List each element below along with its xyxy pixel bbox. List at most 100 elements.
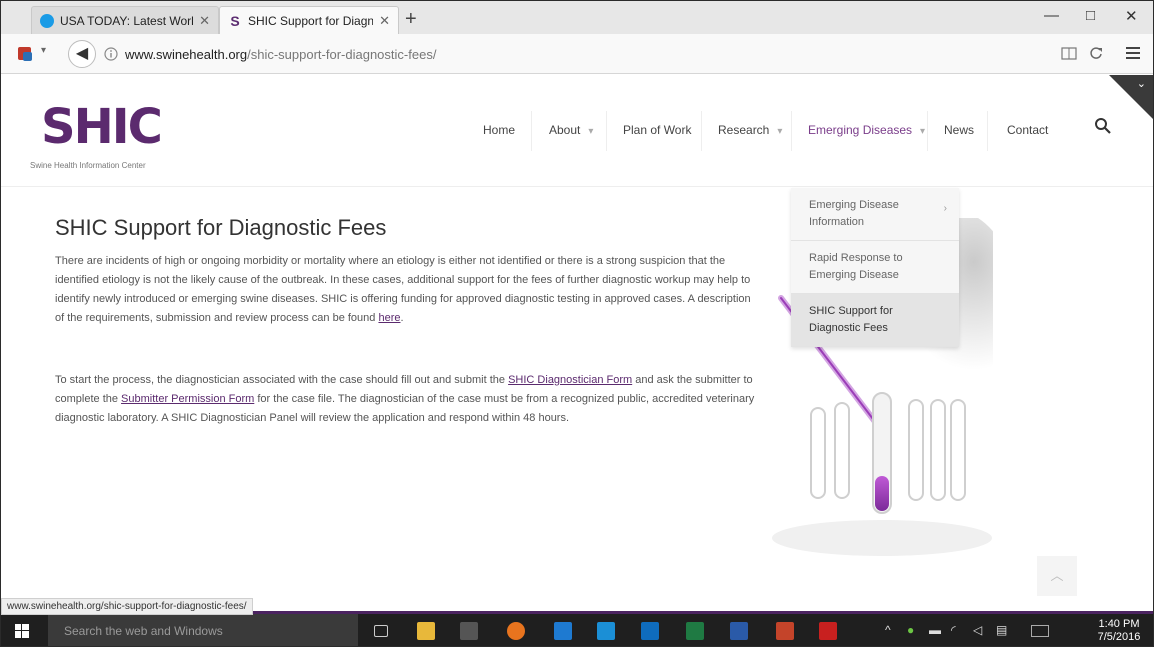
submitter-permission-form-link[interactable]: Submitter Permission Form bbox=[121, 393, 254, 405]
paragraph-text: . bbox=[400, 312, 404, 324]
tab-shic[interactable]: S SHIC Support for Diagnos... ✕ bbox=[219, 6, 399, 34]
powerpoint-icon[interactable] bbox=[776, 622, 794, 640]
dropdown-arrow-icon[interactable]: ▾ bbox=[41, 45, 46, 56]
info-icon[interactable] bbox=[104, 47, 118, 61]
browser-toolbar: ▾ ◀ www.swinehealth.org/shic-support-for… bbox=[1, 34, 1153, 74]
windows-start-icon[interactable] bbox=[15, 624, 29, 638]
tray-battery-icon[interactable]: ▬ bbox=[929, 623, 941, 637]
windows-taskbar: Search the web and Windows ^ ● ▬ ◜ ◁ ▤ 1… bbox=[1, 614, 1153, 646]
file-explorer-icon[interactable] bbox=[417, 622, 435, 640]
nav-divider bbox=[606, 111, 607, 151]
taskbar-clock[interactable]: 1:40 PM 7/5/2016 bbox=[1090, 618, 1148, 644]
corner-toggle[interactable] bbox=[1109, 75, 1153, 119]
logo-subtitle: Swine Health Information Center bbox=[30, 161, 146, 170]
nav-contact[interactable]: Contact bbox=[1007, 123, 1048, 137]
nav-divider bbox=[531, 111, 532, 151]
taskbar-search-box[interactable]: Search the web and Windows bbox=[48, 614, 358, 646]
nav-label: News bbox=[944, 123, 975, 137]
chevron-down-icon: ▾ bbox=[920, 126, 926, 137]
acrobat-icon[interactable] bbox=[819, 622, 837, 640]
close-window-button[interactable]: ✕ bbox=[1125, 7, 1138, 25]
nav-home[interactable]: Home bbox=[483, 123, 515, 137]
browser-tab-strip: USA TODAY: Latest World... ✕ S SHIC Supp… bbox=[1, 1, 1153, 34]
nav-label: Plan of Work bbox=[623, 123, 692, 137]
minimize-button[interactable]: — bbox=[1044, 7, 1059, 24]
clock-time: 1:40 PM bbox=[1098, 618, 1140, 630]
wifi-icon[interactable]: ◜ bbox=[951, 623, 956, 637]
here-link[interactable]: here bbox=[378, 312, 400, 324]
taskbar-search-placeholder: Search the web and Windows bbox=[64, 624, 223, 638]
chevron-right-icon: › bbox=[943, 203, 947, 214]
chevron-down-icon: ▾ bbox=[777, 126, 783, 137]
firefox-icon[interactable] bbox=[507, 622, 525, 640]
site-header: SHIC Swine Health Information Center Hom… bbox=[1, 75, 1153, 187]
close-icon[interactable]: ✕ bbox=[379, 13, 390, 29]
nav-divider bbox=[927, 111, 928, 151]
nav-label: Home bbox=[483, 123, 516, 137]
shic-favicon-icon: S bbox=[230, 12, 240, 29]
nav-divider bbox=[987, 111, 988, 151]
url-domain: www.swinehealth.org bbox=[125, 47, 248, 62]
reader-view-icon[interactable] bbox=[1061, 47, 1077, 61]
new-tab-button[interactable]: + bbox=[405, 8, 417, 31]
translate-icon[interactable] bbox=[17, 46, 33, 62]
tray-app-icon[interactable]: ● bbox=[907, 623, 914, 637]
tab-label: USA TODAY: Latest World... bbox=[60, 13, 194, 28]
action-center-icon[interactable]: ▤ bbox=[996, 623, 1007, 637]
store-icon[interactable] bbox=[460, 622, 478, 640]
screen: USA TODAY: Latest World... ✕ S SHIC Supp… bbox=[0, 0, 1154, 647]
tab-label: SHIC Support for Diagnos... bbox=[248, 13, 374, 28]
nav-divider bbox=[791, 111, 792, 151]
dropdown-item-rapid-response[interactable]: Rapid Response to Emerging Disease bbox=[791, 241, 959, 294]
nav-label: About bbox=[549, 123, 581, 137]
back-button[interactable]: ◀ bbox=[68, 40, 96, 68]
nav-plan-of-work[interactable]: Plan of Work bbox=[623, 123, 691, 137]
dropdown-item-label: Rapid Response to Emerging Disease bbox=[809, 252, 903, 281]
nav-research[interactable]: Research ▾ bbox=[718, 123, 782, 137]
chevron-down-icon[interactable]: ⌄ bbox=[1137, 77, 1146, 90]
tray-chevron-up-icon[interactable]: ^ bbox=[885, 623, 891, 637]
paragraph-text: To start the process, the diagnostician … bbox=[55, 374, 509, 386]
clock-date: 7/5/2016 bbox=[1097, 631, 1141, 643]
nav-divider bbox=[701, 111, 702, 151]
nav-emerging-diseases[interactable]: Emerging Diseases ▾ bbox=[808, 123, 925, 137]
address-bar[interactable]: www.swinehealth.org/shic-support-for-dia… bbox=[97, 41, 1107, 67]
word-icon[interactable] bbox=[730, 622, 748, 640]
nav-label: Contact bbox=[1007, 123, 1049, 137]
keyboard-icon[interactable] bbox=[1031, 625, 1049, 637]
nav-label: Emerging Diseases bbox=[808, 123, 913, 137]
close-icon[interactable]: ✕ bbox=[199, 13, 210, 29]
chevron-up-icon: ︿ bbox=[1050, 568, 1064, 583]
outlook-icon[interactable] bbox=[641, 622, 659, 640]
dropdown-item-label: Emerging Disease Information bbox=[809, 199, 899, 228]
process-paragraph: To start the process, the diagnostician … bbox=[55, 371, 755, 428]
usa-today-favicon-icon bbox=[40, 13, 54, 28]
excel-icon[interactable] bbox=[686, 622, 704, 640]
diagnostician-form-link[interactable]: SHIC Diagnostician Form bbox=[508, 374, 632, 386]
menu-icon[interactable] bbox=[1125, 46, 1141, 60]
site-logo[interactable]: SHIC bbox=[41, 99, 163, 155]
tab-usa-today[interactable]: USA TODAY: Latest World... ✕ bbox=[31, 6, 219, 34]
reload-icon[interactable] bbox=[1089, 46, 1103, 60]
nav-label: Research bbox=[718, 123, 770, 137]
remote-desktop-icon[interactable] bbox=[597, 622, 615, 640]
back-arrow-icon: ◀ bbox=[75, 45, 89, 62]
search-icon[interactable] bbox=[1094, 117, 1112, 135]
scroll-to-top-button[interactable]: ︿ bbox=[1037, 556, 1077, 596]
main-content: SHIC Support for Diagnostic Fees There a… bbox=[1, 188, 1153, 608]
page-title: SHIC Support for Diagnostic Fees bbox=[55, 215, 387, 240]
nav-news[interactable]: News bbox=[944, 123, 974, 137]
dropdown-item-emerging-disease-information[interactable]: Emerging Disease Information › bbox=[791, 188, 959, 241]
intro-paragraph: There are incidents of high or ongoing m… bbox=[55, 252, 755, 328]
task-view-icon[interactable] bbox=[374, 625, 388, 637]
chevron-down-icon: ▾ bbox=[588, 126, 594, 137]
url-text[interactable]: www.swinehealth.org/shic-support-for-dia… bbox=[125, 47, 436, 62]
dropbox-icon[interactable] bbox=[554, 622, 572, 640]
maximize-button[interactable]: □ bbox=[1086, 7, 1095, 24]
emerging-diseases-dropdown: Emerging Disease Information › Rapid Res… bbox=[791, 188, 959, 347]
dropdown-item-shic-support[interactable]: SHIC Support for Diagnostic Fees bbox=[791, 294, 959, 347]
dropdown-item-label: SHIC Support for Diagnostic Fees bbox=[809, 305, 893, 334]
url-path: /shic-support-for-diagnostic-fees/ bbox=[247, 47, 437, 62]
volume-icon[interactable]: ◁ bbox=[973, 623, 982, 637]
nav-about[interactable]: About ▾ bbox=[549, 123, 593, 137]
